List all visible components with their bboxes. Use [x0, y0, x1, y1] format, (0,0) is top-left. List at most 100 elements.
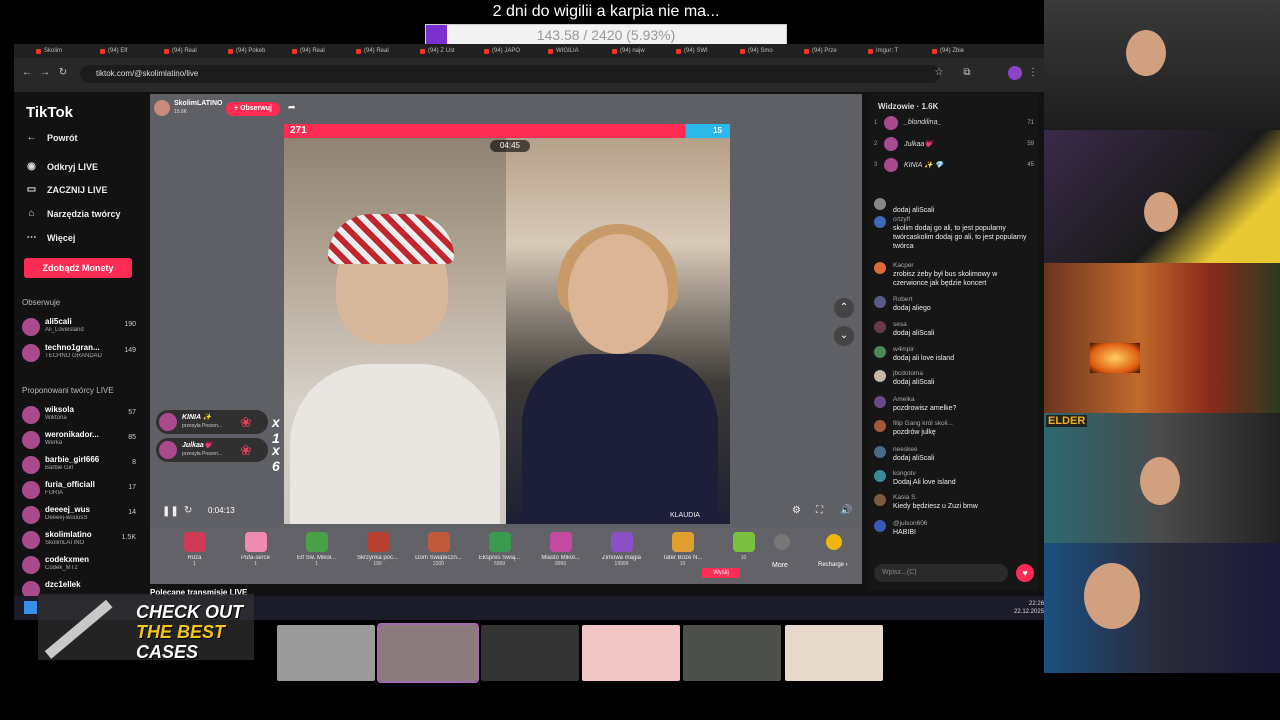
chat-username[interactable]: Kasia S.	[893, 494, 917, 501]
chat-username[interactable]: Amelka	[893, 396, 915, 403]
sidebar-nav-item[interactable]: ▭ ZACZNIJ LIVE	[26, 184, 108, 195]
chat-username[interactable]: crtzyfl	[893, 216, 910, 223]
top-viewer-row[interactable]: 1 _blondilina_ 71	[874, 114, 1034, 134]
gift-item[interactable]: Zimowa magia 19999	[591, 528, 652, 584]
chat-username[interactable]: sesa	[893, 321, 907, 328]
more-label[interactable]: More	[772, 562, 788, 569]
chat-avatar[interactable]	[874, 446, 886, 458]
browser-tab[interactable]: (94) Real	[354, 46, 416, 57]
send-gift-button[interactable]: Wyślij	[702, 568, 740, 578]
chat-avatar[interactable]	[874, 198, 886, 210]
chat-avatar[interactable]	[874, 520, 886, 532]
reload-icon[interactable]: ↻	[56, 66, 70, 80]
chat-username[interactable]: w4mpir	[893, 346, 914, 353]
browser-tab[interactable]: Imgur: T	[866, 46, 928, 57]
browser-tab[interactable]: (94) Elf	[98, 46, 160, 57]
browser-tab[interactable]: (94) Smo	[738, 46, 800, 57]
url-field[interactable]: tiktok.com/@skolimlatino/live	[80, 65, 940, 83]
browser-tab[interactable]: (94) Zbie	[930, 46, 992, 57]
forward-icon[interactable]: →	[38, 66, 52, 80]
menu-icon[interactable]: ⋮	[1026, 66, 1040, 80]
top-viewer-row[interactable]: 3 KINIA ✨ 💎 45	[874, 156, 1034, 176]
chevron-up-icon[interactable]: ⌃	[834, 298, 854, 318]
gift-item[interactable]: Pufa-serce 1	[225, 528, 286, 584]
gift-item[interactable]: Elf Św. Mikoł... 1	[286, 528, 347, 584]
chat-username[interactable]: Kacper	[893, 262, 914, 269]
chat-username[interactable]: Robert	[893, 296, 913, 303]
host-name[interactable]: SkolimLATINO	[174, 100, 222, 107]
chat-username[interactable]: filip Gang król skoli...	[893, 420, 953, 427]
profile-icon[interactable]	[1008, 66, 1022, 80]
creator-row[interactable]: ali5cali Ali_Loveisland 190	[22, 316, 136, 338]
top-viewer-row[interactable]: 2 Julkaa💗 59	[874, 135, 1034, 155]
follow-button[interactable]: + Obserwuj	[226, 102, 280, 116]
browser-tab[interactable]: (94) Z Ust	[418, 46, 480, 57]
gift-item[interactable]: Ekspres Świą... 5999	[469, 528, 530, 584]
chat-avatar[interactable]	[874, 420, 886, 432]
viewer-avatar	[884, 158, 898, 172]
get-coins-button[interactable]: Zdobądź Monety	[24, 258, 132, 278]
heart-icon[interactable]: ♥	[1016, 564, 1034, 582]
bookmark-icon[interactable]: ☆	[932, 66, 946, 80]
browser-tab[interactable]: (94) Pokeb	[226, 46, 288, 57]
extensions-icon[interactable]: ⧉	[960, 66, 974, 80]
chat-avatar[interactable]	[874, 470, 886, 482]
share-icon[interactable]: ➦	[288, 102, 296, 113]
browser-tab[interactable]: (94) SWI	[674, 46, 736, 57]
chevron-down-icon[interactable]: ⌄	[834, 326, 854, 346]
browser-tab[interactable]: (94) Real	[290, 46, 352, 57]
creator-subtitle: Ali_Loveisland	[45, 327, 84, 333]
fullscreen-icon[interactable]: ⛶	[816, 505, 823, 516]
elapsed-time: 0:04:13	[208, 506, 235, 515]
chat-avatar[interactable]	[874, 321, 886, 333]
recharge-button[interactable]: Recharge ›	[818, 562, 848, 568]
viewers-label[interactable]: Widzowie · 1.6K	[878, 102, 938, 111]
browser-tab[interactable]: (94) Real	[162, 46, 224, 57]
sidebar-nav-item[interactable]: ⋯ Więcej	[26, 232, 76, 243]
creator-row[interactable]: weronikador... Werka 85	[22, 429, 136, 451]
chat-avatar[interactable]	[874, 494, 886, 506]
gift-item[interactable]: Skrzynka poc... 199	[347, 528, 408, 584]
sidebar-nav-item[interactable]: ◉ Odkryj LIVE	[26, 161, 98, 172]
settings-icon[interactable]: ⚙	[792, 505, 801, 516]
viewer-score: 45	[1027, 162, 1034, 168]
chat-username[interactable]: jbcdotoma	[893, 370, 923, 377]
chat-username[interactable]: kongotv	[893, 470, 916, 477]
gift-item[interactable]: Dom Świąteczn... 2200	[408, 528, 469, 584]
creator-row[interactable]: codekxmen Codek_MT2	[22, 554, 136, 576]
browser-tab[interactable]: Skolim	[34, 46, 96, 57]
gift-item[interactable]: Róża 1	[164, 528, 225, 584]
volume-icon[interactable]: 🔊	[840, 505, 852, 516]
creator-row[interactable]: skolimlatino SkolimLATINO 1.5K	[22, 529, 136, 551]
browser-tab[interactable]: WIGILIA	[546, 46, 608, 57]
browser-tab[interactable]: (94) JAPO	[482, 46, 544, 57]
chat-avatar[interactable]	[874, 396, 886, 408]
chat-avatar[interactable]	[874, 262, 886, 274]
tiktok-logo[interactable]: TikTok	[26, 104, 73, 121]
back-icon[interactable]: ←	[20, 66, 34, 80]
creator-row[interactable]: deeeej_wus Deeeej-wuuusS 14	[22, 504, 136, 526]
creator-row[interactable]: barbie_girl666 Barbie Girl 8	[22, 454, 136, 476]
chat-avatar[interactable]	[874, 346, 886, 358]
coin-icon[interactable]	[826, 534, 842, 550]
more-icon[interactable]	[774, 534, 790, 550]
host-avatar[interactable]	[154, 100, 170, 116]
live-video[interactable]: 271 15 04:45 KLAUDIA	[284, 124, 730, 524]
sidebar-nav-item[interactable]: ← Powrót	[26, 132, 78, 143]
creator-row[interactable]: techno1gran... TECHNO GRANDAD 149	[22, 342, 136, 364]
gift-item[interactable]: Miasto Mikoł... 9999	[530, 528, 591, 584]
creator-row[interactable]: wiksola Wiktoria 57	[22, 404, 136, 426]
chat-username[interactable]: @julson606	[893, 520, 927, 527]
chat-avatar[interactable]	[874, 296, 886, 308]
sidebar-nav-item[interactable]: ⌂ Narzędzia twórcy	[26, 208, 120, 219]
chat-username[interactable]: neeskee	[893, 446, 918, 453]
chat-input[interactable]: Wpisz...(C)	[874, 564, 1008, 582]
creator-row[interactable]: furia_officiall FURIA 17	[22, 479, 136, 501]
chat-avatar[interactable]	[874, 370, 886, 382]
refresh-icon[interactable]: ↻	[184, 505, 192, 516]
browser-tab[interactable]: (94) Prze	[802, 46, 864, 57]
browser-tab[interactable]: (94) najw	[610, 46, 672, 57]
pause-icon[interactable]: ❚❚	[162, 506, 179, 517]
chat-avatar[interactable]	[874, 216, 886, 228]
windows-start-icon[interactable]	[24, 601, 37, 614]
